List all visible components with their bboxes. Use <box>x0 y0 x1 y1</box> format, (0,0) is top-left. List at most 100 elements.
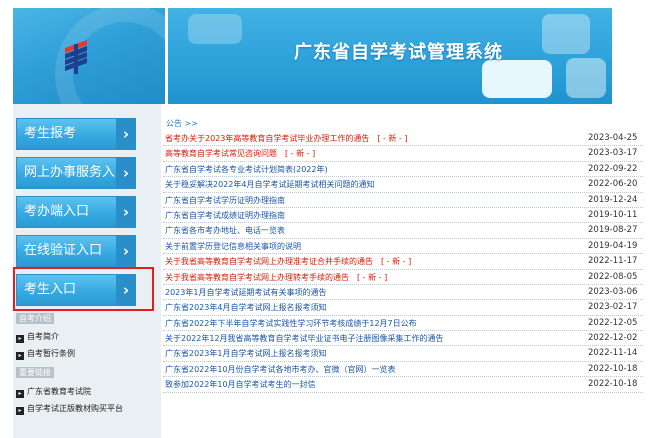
nav-online-service-button[interactable]: 网上办事服务入口 › <box>16 157 136 189</box>
notice-title-link[interactable]: 关于我省高等教育自学考试网上办理转考手续的通告 [ - 新 - ] <box>165 272 387 283</box>
notice-title-text: 广东省自学考试各专业考试计划简表(2022年) <box>165 164 328 174</box>
left-sidebar: 考生报考 › 网上办事服务入口 › 考办端入口 › 在线验证入口 › 考生入口 … <box>13 104 161 438</box>
notice-header-link[interactable]: 公告 >> <box>166 118 198 129</box>
puzzle-decoration <box>566 58 606 98</box>
notice-title-link[interactable]: 2023年1月自学考试延期考试有关事项的通告 <box>165 287 326 298</box>
notice-title-text: 广东省2023年4月自学考试网上报名报考须知 <box>165 303 327 313</box>
notice-row: 广东省2022年10月份自学考试各地市考办、官微（官网）一览表 2022-10-1… <box>163 362 643 378</box>
puzzle-decoration <box>188 14 242 44</box>
exam-logo-icon <box>65 40 87 74</box>
notice-title-link[interactable]: 高等教育自学考试常见咨询问题 [ - 新 - ] <box>165 148 315 159</box>
notice-title-link[interactable]: 关于2022年12月我省高等教育自学考试毕业证书电子注册图像采集工作的通告 <box>165 333 444 344</box>
notice-date: 2022-10-18 <box>588 379 638 390</box>
sidebar-link-textbook-platform[interactable]: ▸ 自学考试正版教材购买平台 <box>16 403 123 415</box>
nav-button-label: 考生报考 <box>24 126 77 141</box>
notice-title-text: 广东省各市考办地址、电话一览表 <box>165 226 285 236</box>
arrow-bullet-icon: ▸ <box>16 335 24 343</box>
notice-title-text: 关于我省高等教育自学考试网上办理准考证合并手续的通告 <box>165 257 373 267</box>
arrow-bullet-icon: ▸ <box>16 407 24 415</box>
notice-date: 2019-10-11 <box>588 209 638 220</box>
chevron-right-icon: › <box>116 118 136 150</box>
notice-row: 广东省2023年1月自学考试网上报名报考须知 2022-11-14 <box>163 346 643 362</box>
notice-row: 关于稳妥解决2022年4月自学考试延期考试相关问题的通知 2022-06-20 <box>163 177 643 193</box>
notice-title-link[interactable]: 广东省2022年下半年自学考试实践性学习环节考核成绩于12月7日公布 <box>165 318 417 329</box>
notice-row: 关于前置学历登记信息相关事项的说明 2019-04-19 <box>163 239 643 255</box>
notice-date: 2022-08-05 <box>588 271 638 282</box>
notice-date: 2023-03-06 <box>588 286 638 297</box>
notice-date: 2022-11-17 <box>588 256 638 267</box>
new-badge: [ - 新 - ] <box>357 272 388 282</box>
highlight-box <box>13 267 154 311</box>
nav-button-label: 网上办事服务入口 <box>24 165 129 180</box>
notice-title-link[interactable]: 广东省自学考试学历证明办理指南 <box>165 195 285 206</box>
puzzle-decoration <box>542 14 590 54</box>
notice-title-text: 广东省自学考试成绩证明办理指南 <box>165 210 285 220</box>
notice-date: 2022-10-18 <box>588 363 638 374</box>
notice-date: 2023-03-17 <box>588 148 638 159</box>
notice-title-link[interactable]: 广东省自学考试成绩证明办理指南 <box>165 210 285 221</box>
notice-title-text: 广东省2022年10月份自学考试各地市考办、官微（官网）一览表 <box>165 364 396 374</box>
sidebar-link-intro[interactable]: ▸ 自考简介 <box>16 331 59 343</box>
header-banner: 广东省自学考试管理系统 <box>168 8 612 104</box>
notice-title-text: 省考办关于2023年高等教育自学考试毕业办理工作的通告 <box>165 134 370 143</box>
notice-title-link[interactable]: 广东省2023年1月自学考试网上报名报考须知 <box>165 348 326 359</box>
notice-row: 高等教育自学考试常见咨询问题 [ - 新 - ] 2023-03-17 <box>163 146 643 162</box>
notice-row: 广东省自学考试学历证明办理指南 2019-12-24 <box>163 193 643 208</box>
link-label: 自学考试正版教材购买平台 <box>27 404 123 413</box>
notice-title-link[interactable]: 关于前置学历登记信息相关事项的说明 <box>165 241 301 252</box>
notice-title-link[interactable]: 关于稳妥解决2022年4月自学考试延期考试相关问题的通知 <box>165 179 374 190</box>
notice-title-link[interactable]: 省考办关于2023年高等教育自学考试毕业办理工作的通告 [ - 新 - ] <box>165 133 408 144</box>
new-badge: [ - 新 - ] <box>285 149 316 159</box>
notice-title-text: 致参加2022年10月自学考试考生的一封信 <box>165 380 316 390</box>
notice-title-text: 关于稳妥解决2022年4月自学考试延期考试相关问题的通知 <box>165 180 375 190</box>
nav-online-verification-button[interactable]: 在线验证入口 › <box>16 235 136 267</box>
sidebar-link-regulations[interactable]: ▸ 自考暂行条例 <box>16 348 75 360</box>
notice-title-link[interactable]: 致参加2022年10月自学考试考生的一封信 <box>165 379 316 390</box>
sidebar-link-education-exam-authority[interactable]: ▸ 广东省教育考试院 <box>16 386 91 398</box>
notice-date: 2019-04-19 <box>588 240 638 251</box>
notice-row: 关于我省高等教育自学考试网上办理准考证合并手续的通告 [ - 新 - ] 2022-… <box>163 254 643 270</box>
chevron-right-icon: › <box>116 157 136 189</box>
notice-title-link[interactable]: 广东省2022年10月份自学考试各地市考办、官微（官网）一览表 <box>165 364 396 375</box>
nav-exam-registration-button[interactable]: 考生报考 › <box>16 118 136 150</box>
notice-date: 2023-02-17 <box>588 302 638 313</box>
notice-title-link[interactable]: 广东省各市考办地址、电话一览表 <box>165 225 285 236</box>
notice-row: 广东省2023年4月自学考试网上报名报考须知 2023-02-17 <box>163 300 643 316</box>
chevron-right-icon: › <box>116 196 136 228</box>
notice-row: 关于2022年12月我省高等教育自学考试毕业证书电子注册图像采集工作的通告 202… <box>163 331 643 347</box>
notice-title-text: 广东省自学考试学历证明办理指南 <box>165 195 285 205</box>
notice-date: 2022-12-02 <box>588 333 638 344</box>
notice-row: 省考办关于2023年高等教育自学考试毕业办理工作的通告 [ - 新 - ] 2023… <box>163 131 643 147</box>
header-logo-panel <box>13 8 165 104</box>
notice-title-link[interactable]: 关于我省高等教育自学考试网上办理准考证合并手续的通告 [ - 新 - ] <box>165 256 411 267</box>
notice-row: 广东省自学考试各专业考试计划简表(2022年) 2022-09-22 <box>163 162 643 178</box>
new-badge: [ - 新 - ] <box>381 257 412 267</box>
notice-title-link[interactable]: 广东省2023年4月自学考试网上报名报考须知 <box>165 302 326 313</box>
notice-date: 2023-04-25 <box>588 133 638 143</box>
notice-list: 省考办关于2023年高等教育自学考试毕业办理工作的通告 [ - 新 - ] 2023… <box>163 131 643 393</box>
notice-date: 2022-11-14 <box>588 348 638 359</box>
notice-date: 2019-12-24 <box>588 194 638 205</box>
notice-title-text: 关于前置学历登记信息相关事项的说明 <box>165 241 301 251</box>
notice-row: 广东省各市考办地址、电话一览表 2019-08-27 <box>163 223 643 239</box>
site-title: 广东省自学考试管理系统 <box>294 42 503 63</box>
link-label: 自考暂行条例 <box>27 349 75 358</box>
notice-date: 2022-09-22 <box>588 163 638 174</box>
notice-date: 2022-12-05 <box>588 317 638 328</box>
notice-title-text: 高等教育自学考试常见咨询问题 <box>165 149 277 159</box>
new-badge: [ - 新 - ] <box>377 134 408 143</box>
notice-title-text: 关于我省高等教育自学考试网上办理转考手续的通告 <box>165 272 349 282</box>
nav-exam-office-button[interactable]: 考办端入口 › <box>16 196 136 228</box>
notice-date: 2022-06-20 <box>588 179 638 190</box>
nav-button-label: 在线验证入口 <box>24 243 103 258</box>
notice-row: 广东省2022年下半年自学考试实践性学习环节考核成绩于12月7日公布 2022-1… <box>163 316 643 332</box>
arrow-bullet-icon: ▸ <box>16 390 24 398</box>
puzzle-decoration <box>482 60 552 98</box>
notice-title-link[interactable]: 广东省自学考试各专业考试计划简表(2022年) <box>165 164 328 175</box>
notice-row: 关于我省高等教育自学考试网上办理转考手续的通告 [ - 新 - ] 2022-08-… <box>163 270 643 285</box>
link-label: 自考简介 <box>27 332 59 341</box>
section-title-intro: 自考介绍 <box>16 313 54 324</box>
notice-row: 2023年1月自学考试延期考试有关事项的通告 2023-03-06 <box>163 285 643 301</box>
chevron-right-icon: › <box>116 235 136 267</box>
notice-title-text: 广东省2023年1月自学考试网上报名报考须知 <box>165 349 327 359</box>
